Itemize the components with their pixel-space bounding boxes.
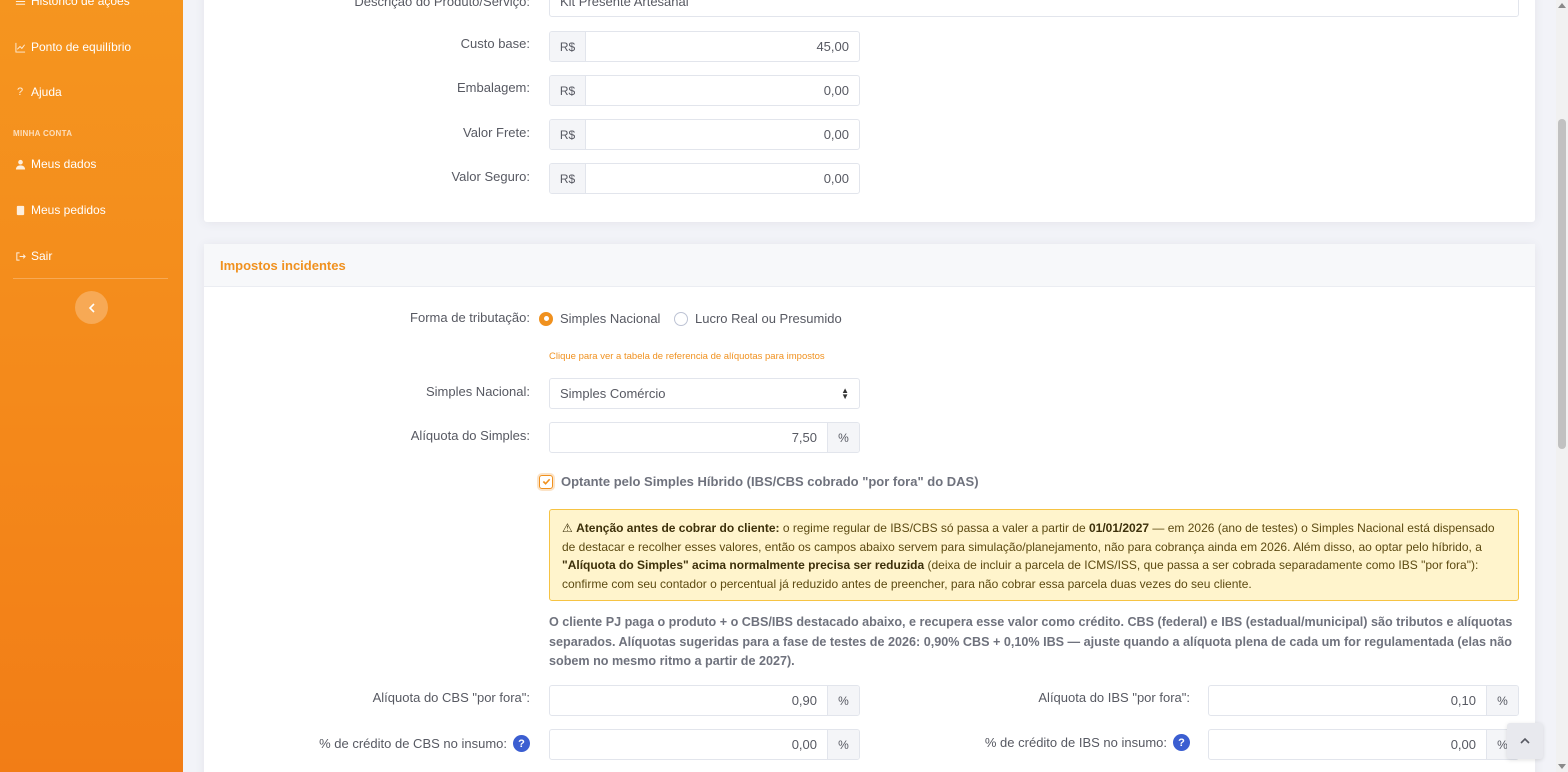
checkmark-icon — [539, 474, 553, 489]
embalagem-input[interactable]: R$ 0,00 — [549, 75, 860, 106]
credito-cbs-label-group: % de crédito de CBS no insumo: ? — [319, 735, 530, 752]
sidebar-item-meus-dados[interactable]: Meus dados — [13, 157, 96, 171]
simples-nacional-select[interactable]: Simples Comércio ▲ ▼ — [549, 378, 860, 409]
sidebar-section-title: MINHA CONTA — [13, 129, 73, 138]
sidebar-item-ponto-equilibrio[interactable]: Ponto de equilíbrio — [13, 40, 131, 54]
sidebar-item-label: Meus pedidos — [31, 203, 106, 217]
aliquotas-reference-link[interactable]: Clique para ver a tabela de referencia d… — [549, 351, 825, 362]
scroll-down-arrow-icon[interactable] — [1558, 764, 1566, 769]
simples-nacional-label: Simples Nacional: — [425, 384, 530, 399]
descricao-input[interactable]: Kit Presente Artesanal — [549, 0, 1519, 17]
taxes-card-title: Impostos incidentes — [204, 244, 1535, 287]
credito-cbs-label: % de crédito de CBS no insumo: — [319, 736, 507, 751]
valor-seguro-input[interactable]: R$ 0,00 — [549, 163, 860, 194]
page-scrollbar[interactable] — [1556, 0, 1568, 772]
embalagem-label: Embalagem: — [457, 80, 530, 95]
descricao-label: Descrição do Produto/Serviço: — [354, 0, 530, 9]
sidebar-item-label: Histórico de ações — [31, 0, 130, 8]
cbs-ibs-info-text: O cliente PJ paga o produto + o CBS/IBS … — [549, 615, 1513, 668]
radio-checked-icon — [539, 311, 553, 326]
help-icon[interactable]: ? — [1173, 734, 1190, 751]
sidebar-divider — [13, 278, 168, 279]
credito-cbs-input[interactable]: 0,00 % — [549, 729, 860, 760]
sidebar-item-historico[interactable]: Histórico de ações — [13, 0, 130, 8]
forma-tributacao-label: Forma de tributação: — [410, 310, 530, 325]
radio-simples-nacional[interactable]: Simples Nacional — [539, 311, 660, 326]
question-icon: ? — [16, 86, 24, 98]
warning-icon: ⚠ — [562, 521, 573, 535]
valor-frete-input[interactable]: R$ 0,00 — [549, 119, 860, 150]
simples-hibrido-checkbox[interactable]: Optante pelo Simples Híbrido (IBS/CBS co… — [539, 474, 979, 489]
select-arrows-icon: ▲ ▼ — [841, 385, 849, 401]
sidebar-item-meus-pedidos[interactable]: Meus pedidos — [13, 203, 106, 217]
credito-ibs-label-group: % de crédito de IBS no insumo: ? — [985, 734, 1190, 751]
user-icon — [13, 159, 27, 170]
sidebar-item-label: Ponto de equilíbrio — [31, 40, 132, 54]
sidebar-item-sair[interactable]: Sair — [13, 249, 52, 263]
ibs-label: Alíquota do IBS "por fora": — [1038, 690, 1190, 705]
chart-line-icon — [13, 42, 27, 53]
sidebar-collapse-button[interactable] — [75, 291, 108, 324]
ibs-input[interactable]: 0,10 % — [1208, 685, 1519, 716]
radio-unchecked-icon — [674, 311, 688, 326]
chevron-up-icon — [1519, 735, 1531, 747]
custo-base-label: Custo base: — [460, 36, 530, 51]
sidebar-item-ajuda[interactable]: ? Ajuda — [13, 85, 62, 99]
cbs-input[interactable]: 0,90 % — [549, 685, 860, 716]
list-icon — [13, 0, 27, 7]
help-icon[interactable]: ? — [513, 735, 530, 752]
valor-seguro-label: Valor Seguro: — [451, 169, 530, 184]
sidebar-item-label: Meus dados — [31, 157, 97, 171]
chevron-left-icon — [87, 302, 97, 313]
logout-icon — [13, 251, 27, 262]
custo-base-input[interactable]: R$ 45,00 — [549, 31, 860, 62]
cbs-label: Alíquota do CBS "por fora": — [372, 690, 530, 705]
product-card — [204, 0, 1535, 222]
aliquota-simples-label: Alíquota do Simples: — [410, 428, 530, 443]
sidebar-item-label: Ajuda — [31, 85, 62, 99]
aliquota-simples-input[interactable]: 7,50 % — [549, 422, 860, 453]
sidebar-item-label: Sair — [31, 249, 53, 263]
scroll-to-top-button[interactable] — [1507, 723, 1543, 759]
credito-ibs-label: % de crédito de IBS no insumo: — [984, 735, 1167, 750]
credito-ibs-input[interactable]: 0,00 % — [1208, 729, 1519, 760]
scroll-thumb[interactable] — [1558, 119, 1566, 449]
warning-alert: ⚠ Atenção antes de cobrar do cliente: o … — [549, 509, 1519, 601]
scroll-up-arrow-icon[interactable] — [1558, 3, 1566, 8]
sidebar: Histórico de ações Ponto de equilíbrio ?… — [0, 0, 183, 772]
valor-frete-label: Valor Frete: — [463, 125, 530, 140]
document-icon — [13, 205, 27, 216]
radio-lucro-real[interactable]: Lucro Real ou Presumido — [674, 311, 842, 326]
